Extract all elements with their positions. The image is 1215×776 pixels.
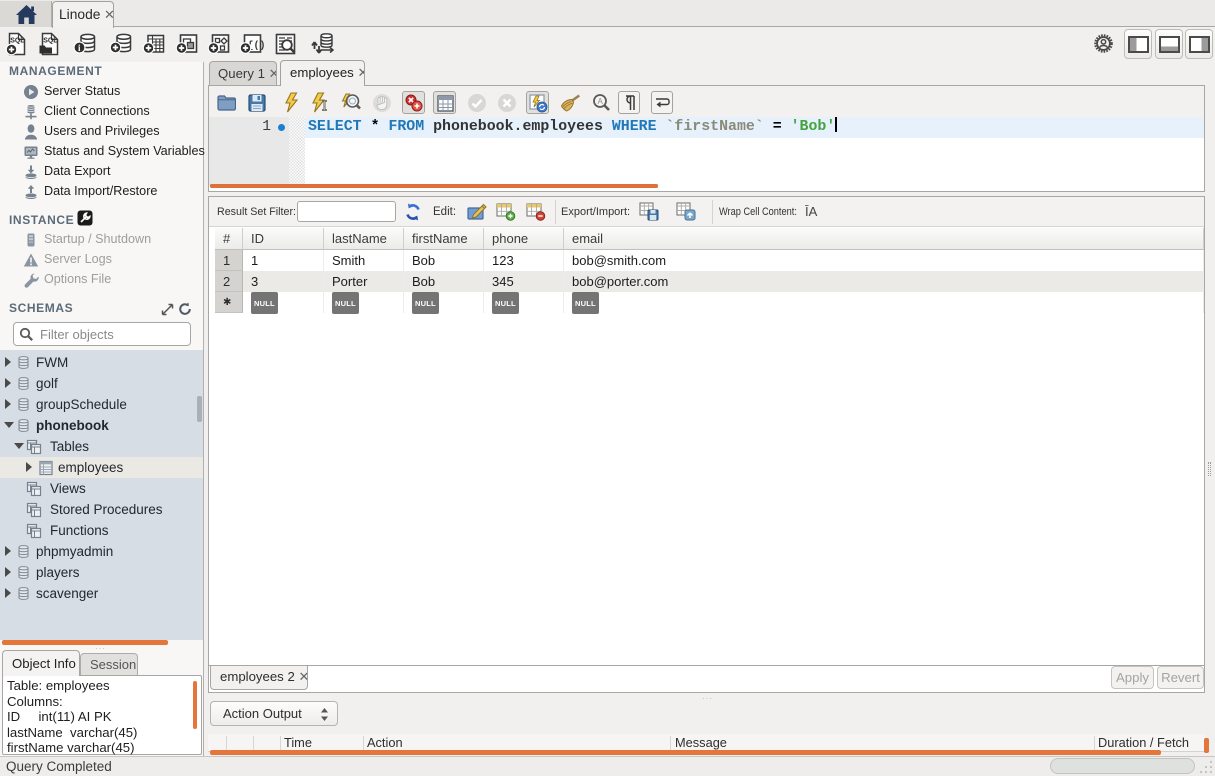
svg-text:SQL: SQL (10, 38, 25, 45)
svg-text:SQL: SQL (43, 38, 58, 45)
svg-text:A: A (598, 97, 604, 106)
svg-text:ĪA: ĪA (805, 204, 818, 219)
